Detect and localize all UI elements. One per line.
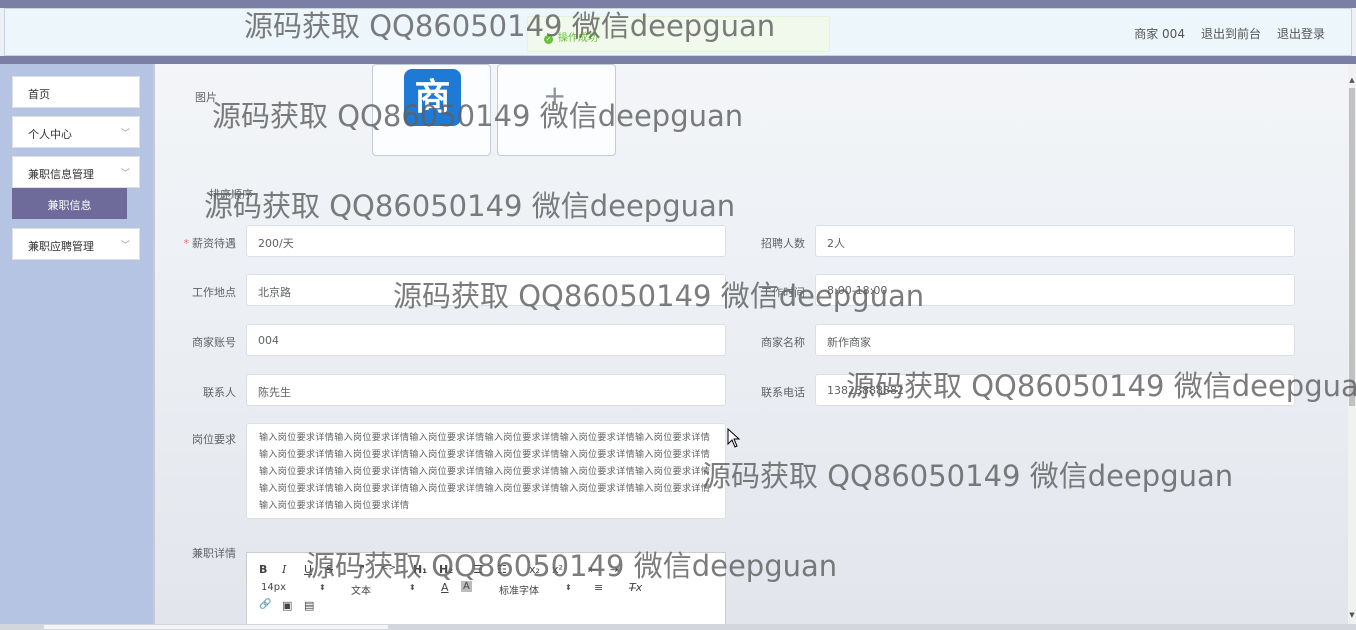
- sidebar-item-label: 首页: [28, 88, 50, 101]
- contact-input[interactable]: 陈先生: [246, 374, 726, 406]
- chevron-down-icon: ﹀: [120, 241, 130, 251]
- underline-button[interactable]: U: [304, 563, 312, 576]
- contact-label: 联系人: [203, 386, 236, 399]
- superscript-button[interactable]: x²: [552, 563, 563, 576]
- font-color-button[interactable]: A: [441, 581, 449, 594]
- back-to-front-link[interactable]: 退出到前台: [1201, 25, 1261, 42]
- sidebar-item-home[interactable]: 首页: [12, 76, 140, 108]
- salary-label: * 薪资待遇: [183, 237, 237, 250]
- requirements-textarea[interactable]: 输入岗位要求详情输入岗位要求详情输入岗位要求详情输入岗位要求详情输入岗位要求详情…: [246, 423, 726, 519]
- quote-button[interactable]: ❞: [359, 563, 365, 576]
- headcount-label: 招聘人数: [761, 237, 805, 250]
- merchant-account-label: 商家账号: [192, 336, 236, 349]
- background-color-button[interactable]: A: [461, 581, 472, 592]
- toast-message: 操作成功: [558, 33, 598, 44]
- phone-input[interactable]: 13823888882: [815, 374, 1295, 406]
- scroll-up-arrow-icon[interactable]: ▲: [1348, 76, 1356, 84]
- select-arrow-icon: ⬍: [409, 583, 416, 592]
- rich-text-editor[interactable]: B I U S ❞ <> H₁ H₂ ☰ ☷ x₂ x² ⇤ ⇥ 14px ⬍ …: [246, 552, 726, 624]
- italic-button[interactable]: I: [282, 563, 286, 576]
- subscript-button[interactable]: x₂: [529, 563, 540, 576]
- location-label: 工作地点: [192, 286, 236, 299]
- success-toast: ✓ 操作成功: [527, 16, 830, 52]
- merchant-account-input[interactable]: 004: [246, 324, 726, 356]
- upload-add-button[interactable]: +: [497, 64, 616, 156]
- chevron-down-icon: ﹀: [120, 129, 130, 139]
- top-strip: [0, 0, 1356, 8]
- merchant-user: 商家 004: [1134, 27, 1185, 41]
- headcount-input[interactable]: 2人: [815, 225, 1295, 257]
- font-size-select[interactable]: 14px ⬍: [261, 582, 327, 593]
- sidebar-item-label: 个人中心: [28, 128, 72, 141]
- heading1-button[interactable]: H₁: [413, 563, 427, 576]
- salary-input[interactable]: 200/天: [246, 225, 726, 257]
- ordered-list-button[interactable]: ☰: [473, 563, 483, 576]
- indent-decrease-button[interactable]: ⇤: [588, 563, 597, 576]
- font-size-value: 14px: [261, 582, 286, 593]
- work-time-input[interactable]: 8:00-18:00: [815, 274, 1295, 306]
- vertical-scrollbar[interactable]: ▲ ▼: [1348, 64, 1356, 624]
- scroll-down-arrow-icon[interactable]: ▼: [1348, 611, 1356, 619]
- mouse-cursor-icon: [727, 428, 741, 448]
- sidebar-item-application-management[interactable]: 兼职应聘管理 ﹀: [12, 228, 140, 260]
- text-type-value: 文本: [351, 586, 371, 597]
- sidebar-item-label: 兼职应聘管理: [28, 240, 94, 253]
- merchant-name-label: 商家名称: [761, 336, 805, 349]
- merchant-logo-image: 商: [404, 69, 461, 126]
- sidebar-item-personal-center[interactable]: 个人中心 ﹀: [12, 116, 140, 148]
- font-family-value: 标准字体: [499, 586, 539, 597]
- plus-icon: +: [543, 79, 567, 112]
- heading2-button[interactable]: H₂: [439, 563, 453, 576]
- scroll-thumb[interactable]: [1349, 88, 1355, 406]
- select-arrow-icon: ⬍: [565, 583, 572, 592]
- logout-link[interactable]: 退出登录: [1277, 25, 1325, 42]
- bold-button[interactable]: B: [259, 563, 267, 576]
- indent-increase-button[interactable]: ⇥: [610, 563, 619, 576]
- work-time-label: 工作时间: [761, 286, 805, 299]
- font-family-select[interactable]: 标准字体 ⬍: [499, 582, 573, 597]
- merchant-name-input[interactable]: 新作商家: [815, 324, 1295, 356]
- details-label: 兼职详情: [192, 547, 236, 560]
- image-label: 图片: [195, 91, 217, 104]
- code-block-button[interactable]: <>: [381, 563, 396, 573]
- align-button[interactable]: ≡: [594, 581, 603, 594]
- select-arrow-icon: ⬍: [319, 583, 326, 592]
- uploaded-image-card[interactable]: 商: [372, 64, 491, 156]
- horizontal-scrollbar[interactable]: [0, 624, 1356, 630]
- text-type-select[interactable]: 文本 ⬍: [351, 582, 417, 597]
- sidebar-item-job-info-management[interactable]: 兼职信息管理 ﹀: [12, 156, 140, 188]
- sidebar: 首页 个人中心 ﹀ 兼职信息管理 ﹀ 兼职信息 兼职应聘管理 ﹀: [0, 64, 153, 630]
- sort-order-label: 排序顺序: [209, 188, 253, 201]
- sidebar-subitem-job-info[interactable]: 兼职信息: [12, 188, 127, 219]
- phone-label: 联系电话: [761, 386, 805, 399]
- strike-button[interactable]: S: [326, 563, 333, 576]
- link-button[interactable]: 🔗: [259, 599, 271, 610]
- location-input[interactable]: 北京路: [246, 274, 726, 306]
- check-circle-icon: ✓: [544, 35, 553, 44]
- bullet-list-button[interactable]: ☷: [497, 563, 507, 576]
- video-button[interactable]: ▤: [304, 599, 314, 612]
- clear-format-button[interactable]: T̶x: [629, 581, 642, 594]
- header-actions: 商家 004 退出到前台 退出登录: [1134, 25, 1325, 42]
- chevron-down-icon: ﹀: [120, 169, 130, 179]
- horizontal-scroll-thumb[interactable]: [44, 625, 388, 629]
- image-button[interactable]: ▣: [282, 599, 292, 612]
- sidebar-item-label: 兼职信息管理: [28, 168, 94, 181]
- requirements-label: 岗位要求: [192, 433, 236, 446]
- header-separator: [0, 56, 1356, 64]
